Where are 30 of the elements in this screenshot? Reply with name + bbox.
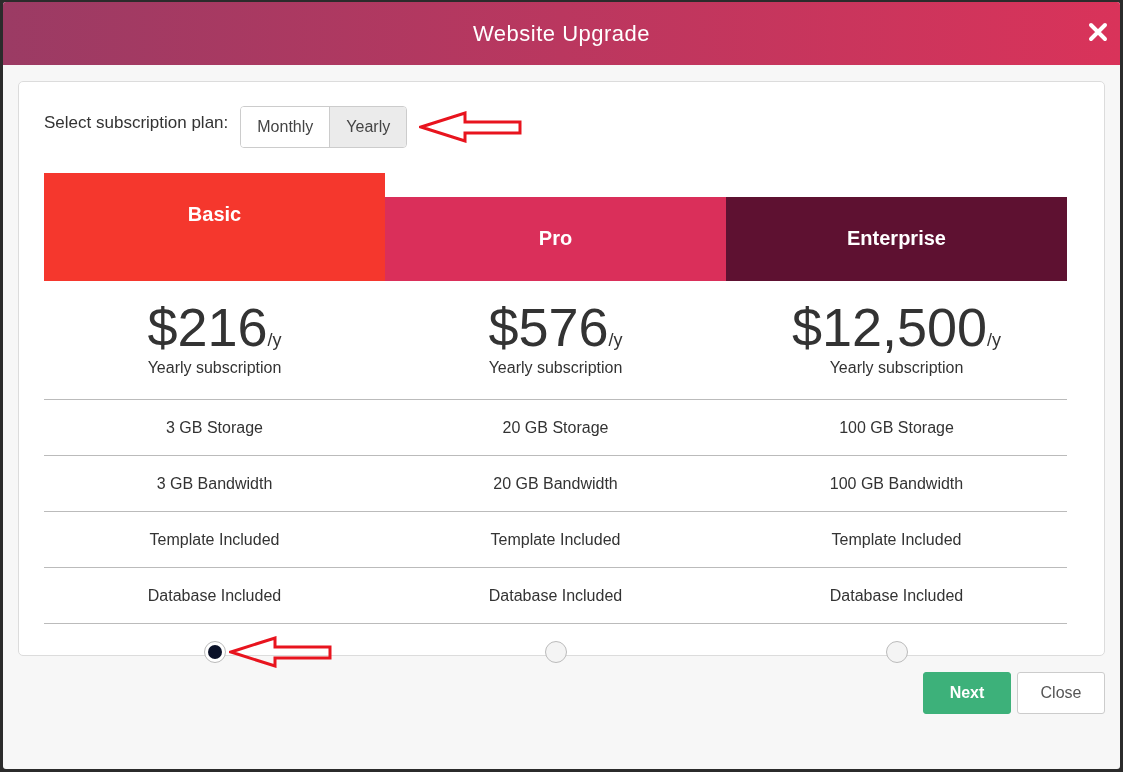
feature-text: Database Included bbox=[726, 568, 1067, 624]
plan-radio[interactable] bbox=[885, 641, 908, 663]
feature-text: Database Included bbox=[44, 568, 385, 624]
feature-text: 3 GB Bandwidth bbox=[44, 456, 385, 512]
plan-radio[interactable] bbox=[203, 641, 226, 663]
feature-text: 100 GB Storage bbox=[726, 400, 1067, 456]
plan-note: Yearly subscription bbox=[829, 359, 964, 377]
close-button[interactable]: Close bbox=[1017, 672, 1105, 714]
plan-note: Yearly subscription bbox=[488, 359, 623, 377]
annotation-arrow-icon bbox=[419, 111, 524, 143]
feature-text: Template Included bbox=[44, 512, 385, 568]
window-title: Website Upgrade bbox=[472, 20, 651, 47]
annotation-arrow-icon bbox=[228, 636, 333, 668]
feature-text: 20 GB Storage bbox=[385, 400, 726, 456]
plan-price: $576/y bbox=[488, 297, 623, 357]
plan-price: $12,500/y bbox=[791, 297, 1002, 357]
billing-option[interactable]: Yearly bbox=[329, 107, 407, 147]
feature-text: Template Included bbox=[726, 512, 1067, 568]
feature-text: Template Included bbox=[385, 512, 726, 568]
plan-radio[interactable] bbox=[544, 641, 567, 663]
plan-note: Yearly subscription bbox=[147, 359, 282, 377]
plan-selector-label: Select subscription plan: bbox=[44, 113, 229, 133]
plan-header: Basic bbox=[44, 173, 385, 281]
feature-text: Database Included bbox=[385, 568, 726, 624]
plan-price: $216/y bbox=[147, 297, 282, 357]
plan-header: Enterprise bbox=[726, 197, 1067, 281]
feature-text: 20 GB Bandwidth bbox=[385, 456, 726, 512]
feature-text: 100 GB Bandwidth bbox=[726, 456, 1067, 512]
feature-text: 3 GB Storage bbox=[44, 400, 385, 456]
plan-header: Pro bbox=[385, 197, 726, 281]
